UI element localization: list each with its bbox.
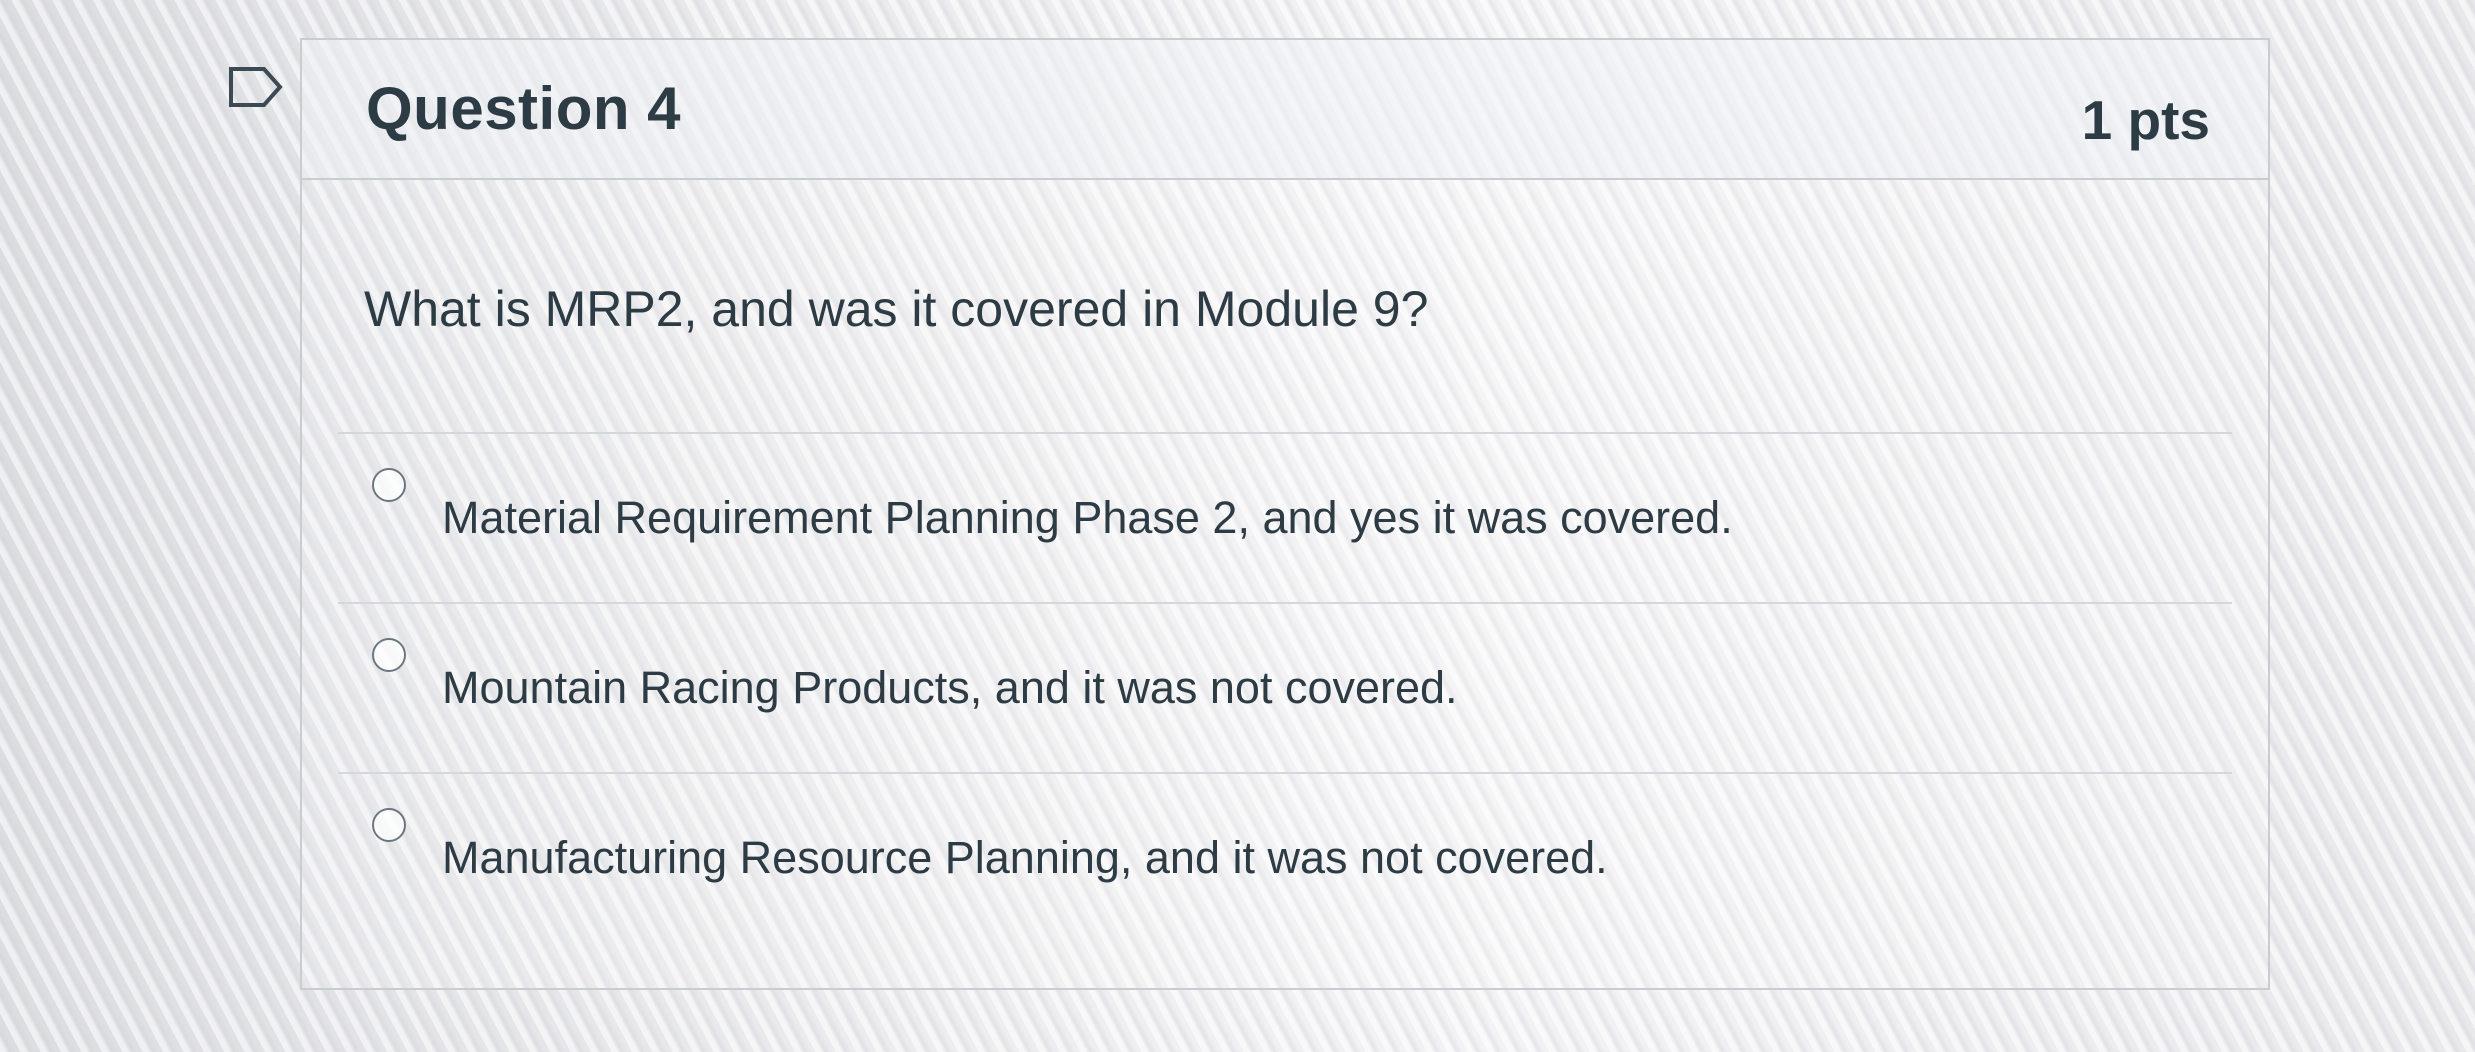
answer-option-3[interactable]: Manufacturing Resource Planning, and it … (338, 774, 2232, 942)
question-text: What is MRP2, and was it covered in Modu… (364, 281, 1429, 337)
answer-label[interactable]: Material Requirement Planning Phase 2, a… (442, 492, 1733, 544)
question-header: Question 4 1 pts (302, 40, 2268, 180)
answer-list: Material Requirement Planning Phase 2, a… (338, 432, 2232, 942)
question-points: 1 pts (2081, 89, 2210, 151)
answer-option-1[interactable]: Material Requirement Planning Phase 2, a… (338, 434, 2232, 602)
question-title: Question 4 (366, 75, 682, 142)
answer-label[interactable]: Manufacturing Resource Planning, and it … (442, 832, 1608, 884)
answer-label[interactable]: Mountain Racing Products, and it was not… (442, 662, 1458, 714)
radio-unchecked-icon[interactable] (372, 638, 406, 672)
radio-unchecked-icon[interactable] (372, 808, 406, 842)
flag-question-icon[interactable] (228, 66, 284, 108)
radio-unchecked-icon[interactable] (372, 468, 406, 502)
question-card: Question 4 1 pts What is MRP2, and was i… (300, 38, 2270, 990)
answer-option-2[interactable]: Mountain Racing Products, and it was not… (338, 604, 2232, 772)
